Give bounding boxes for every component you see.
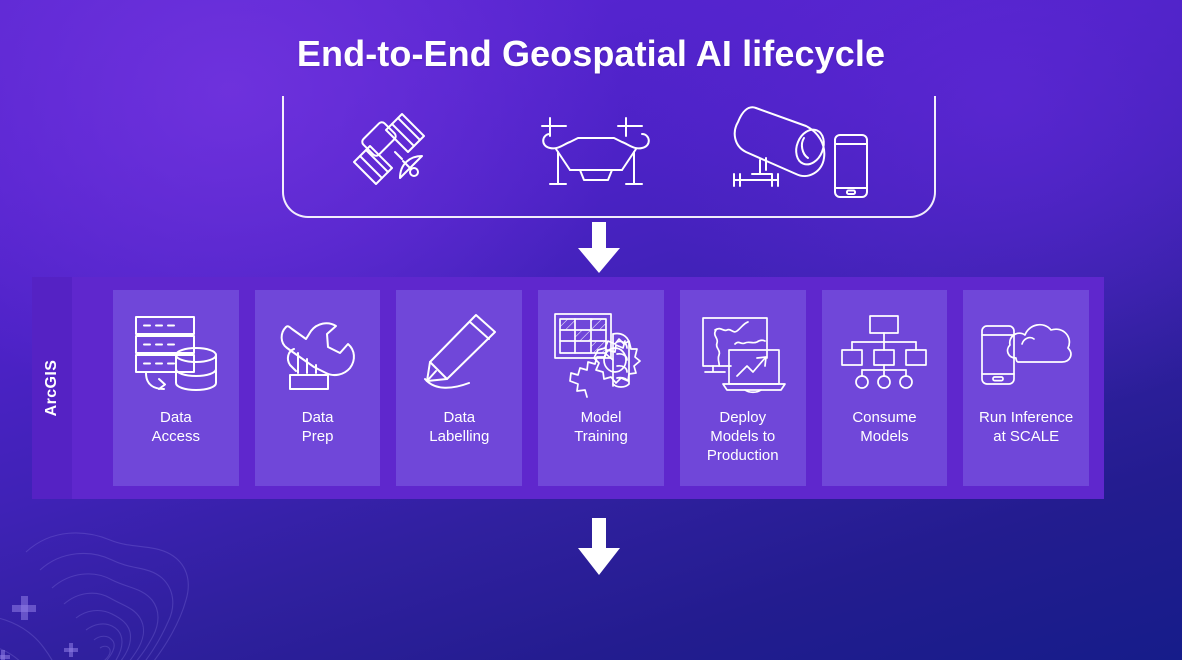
- org-tree-icon: [822, 304, 948, 400]
- phone-cloud-icon: [963, 304, 1089, 400]
- raster-gear-brain-icon: [538, 304, 664, 400]
- arcgis-platform-strip: ArcGIS: [32, 277, 72, 499]
- lifecycle-card-run-inference[interactable]: Run Inference at SCALE: [963, 290, 1090, 486]
- lifecycle-card-label: Run Inference at SCALE: [979, 409, 1074, 445]
- lifecycle-card-data-prep[interactable]: Data Prep: [254, 290, 381, 486]
- page-title: End-to-End Geospatial AI lifecycle: [296, 33, 886, 74]
- lifecycle-card-model-training[interactable]: Model Training: [538, 290, 664, 486]
- lifecycle-card-label: Data Access: [151, 409, 201, 445]
- lifecycle-card-consume-models[interactable]: Consume Models: [821, 290, 948, 486]
- security-camera-icon: [730, 100, 830, 192]
- lifecycle-card-deploy-models[interactable]: Deploy Models to Production: [679, 290, 806, 486]
- pencil-icon: [396, 304, 522, 400]
- arcgis-label: ArcGIS: [43, 359, 60, 417]
- lifecycle-card-label: Data Prep: [301, 409, 334, 445]
- lifecycle-card-label: Data Labelling: [429, 409, 490, 445]
- lifecycle-card-label: Consume Models: [852, 409, 917, 445]
- lifecycle-card-data-access[interactable]: Data Access: [113, 290, 239, 486]
- take-action-row: Take Action: [0, 540, 1182, 660]
- lifecycle-card-label: Model Training: [574, 409, 628, 445]
- flow-arrow-top: [577, 222, 621, 274]
- slide-canvas: End-to-End Geospatial AI lifecycle ArcGI…: [0, 0, 1182, 660]
- hand-wrench-icon: [255, 304, 381, 400]
- database-server-icon: [113, 304, 239, 400]
- drone-icon: [540, 108, 652, 186]
- monitor-laptop-chart-icon: [680, 304, 806, 400]
- lifecycle-card-label: Deploy Models to Production: [706, 409, 779, 464]
- mobile-phone-icon: [832, 132, 872, 200]
- lifecycle-band: ArcGIS Data Access Data Prep Data Labell…: [32, 277, 1104, 499]
- satellite-icon: [340, 100, 440, 192]
- lifecycle-card-data-labelling[interactable]: Data Labelling: [396, 290, 523, 486]
- lifecycle-stage-list: Data Access Data Prep Data Labelling Mod…: [113, 290, 1090, 486]
